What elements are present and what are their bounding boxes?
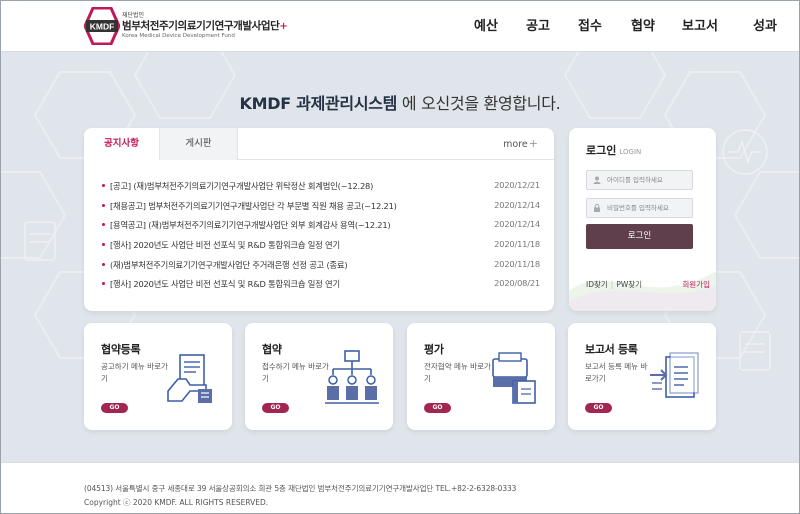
logo-mark: KMDF bbox=[90, 22, 115, 32]
nav-submission[interactable]: 접수 bbox=[564, 0, 616, 52]
card-title: 평가 bbox=[424, 343, 444, 356]
login-title-text: 로그인 bbox=[586, 144, 617, 157]
login-button[interactable]: 로그인 bbox=[586, 224, 693, 249]
card-title: 협약 bbox=[262, 343, 282, 356]
notice-date: 2020/11/18 bbox=[494, 258, 540, 269]
org-chart-icon bbox=[325, 350, 379, 404]
bullet-icon bbox=[102, 184, 105, 187]
card-agreement[interactable]: 협약 접수하기 메뉴 바로가기 GO bbox=[245, 323, 393, 430]
notice-item[interactable]: [공고] (재)범부처전주기의료기기연구개발사업단 위탁정산 회계법인(~12.… bbox=[100, 180, 540, 200]
link-separator: | bbox=[610, 280, 614, 289]
notice-title[interactable]: (재)범부처전주기의료기기연구개발사업단 주거래은행 선정 공고 (종료) bbox=[110, 259, 348, 271]
nav-budget[interactable]: 예산 bbox=[460, 0, 512, 52]
id-placeholder: 아이디를 입력하세요 bbox=[607, 176, 663, 184]
notice-item[interactable]: [행사] 2020년도 사업단 비전 선포식 및 R&D 통합워크숍 일정 연기… bbox=[100, 278, 540, 298]
notice-title[interactable]: [행사] 2020년도 사업단 비전 선포식 및 R&D 통합워크숍 일정 연기 bbox=[110, 278, 340, 290]
notice-date: 2020/12/14 bbox=[494, 199, 540, 210]
welcome-message: KMDF 과제관리시스템 에 오신것을 환영합니다. bbox=[0, 90, 800, 114]
login-subtitle: LOGIN bbox=[619, 148, 642, 156]
nav-report[interactable]: 보고서 bbox=[670, 0, 730, 52]
kmdf-hexagon-logo-icon: KMDF bbox=[84, 7, 120, 45]
footer-copyright: Copyright ⓒ 2020 KMDF. ALL RIGHTS RESERV… bbox=[84, 498, 269, 507]
bullet-icon bbox=[102, 223, 105, 227]
lock-icon bbox=[594, 204, 600, 212]
logo-name-kr: 범부처전주기의료기기연구개발사업단+ bbox=[122, 18, 288, 33]
notice-item[interactable]: (재)범부처전주기의료기기연구개발사업단 주거래은행 선정 공고 (종료) 202… bbox=[100, 259, 540, 279]
nav-performance[interactable]: 성과 bbox=[730, 0, 800, 52]
card-agreement-registration[interactable]: 협약등록 공고하기 메뉴 바로가기 GO bbox=[84, 323, 232, 430]
card-title: 협약등록 bbox=[101, 343, 141, 356]
go-button[interactable]: GO bbox=[101, 403, 128, 413]
bullet-icon bbox=[102, 203, 105, 207]
tab-notice[interactable]: 공지사항 bbox=[84, 128, 160, 160]
login-panel: 로그인 LOGIN 아이디를 입력하세요 비밀번호를 입력하세요 로그인 ID찾기… bbox=[569, 128, 716, 311]
join-link[interactable]: 회원가입 bbox=[682, 279, 710, 290]
card-evaluation[interactable]: 평가 전자협약 메뉴 바로가기 GO bbox=[407, 323, 555, 430]
notice-title[interactable]: [용역공고] (재)범부처전주기의료기기연구개발사업단 외부 회계감사 용역(~… bbox=[110, 219, 391, 231]
user-icon bbox=[593, 176, 601, 184]
tab-board[interactable]: 게시판 bbox=[160, 128, 238, 160]
notice-date: 2020/11/18 bbox=[494, 239, 540, 250]
notice-item[interactable]: [용역공고] (재)범부처전주기의료기기연구개발사업단 외부 회계감사 용역(~… bbox=[100, 219, 540, 239]
notice-date: 2020/12/14 bbox=[494, 219, 540, 230]
logo-name-en: Korea Medical Device Development Fund bbox=[122, 33, 235, 39]
card-report-registration[interactable]: 보고서 등록 보고서 등록 메뉴 바로가기 GO bbox=[568, 323, 716, 430]
card-description: 보고서 등록 메뉴 바로가기 bbox=[585, 362, 648, 383]
password-placeholder: 비밀번호를 입력하세요 bbox=[607, 204, 669, 212]
notice-list: [공고] (재)범부처전주기의료기기연구개발사업단 위탁정산 회계법인(~12.… bbox=[100, 180, 540, 298]
site-footer: (04513) 서울특별시 중구 세종대로 39 서울상공회의소 회관 5층 재… bbox=[0, 462, 800, 514]
card-description: 접수하기 메뉴 바로가기 bbox=[262, 362, 329, 383]
login-links: ID찾기 | PW찾기 회원가입 bbox=[586, 279, 710, 290]
card-description: 전자협약 메뉴 바로가기 bbox=[424, 362, 491, 383]
find-id-link[interactable]: ID찾기 bbox=[586, 280, 608, 289]
logo-name-kr-text: 범부처전주기의료기기연구개발사업단 bbox=[122, 20, 280, 32]
notice-panel: 공지사항 게시판 more+ [공고] (재)범부처전주기의료기기연구개발사업단… bbox=[84, 128, 554, 311]
id-input[interactable]: 아이디를 입력하세요 bbox=[586, 170, 693, 190]
printer-book-icon bbox=[492, 352, 536, 404]
document-arrow-icon bbox=[650, 352, 699, 398]
notice-title[interactable]: [행사] 2020년도 사업단 비전 선포식 및 R&D 통합워크숍 일정 연기 bbox=[110, 239, 340, 251]
more-label: more bbox=[503, 139, 528, 150]
welcome-brand: KMDF 과제관리시스템 bbox=[239, 94, 398, 113]
notice-item[interactable]: [채용공고] 범부처전주기의료기기연구개발사업단 각 부문별 직원 채용 공고(… bbox=[100, 200, 540, 220]
more-link[interactable]: more+ bbox=[503, 137, 538, 150]
login-title: 로그인 LOGIN bbox=[586, 142, 641, 158]
main-nav: 예산 공고 접수 협약 보고서 성과 bbox=[460, 0, 800, 52]
site-header: KMDF 재단법인 범부처전주기의료기기연구개발사업단+ Korea Medic… bbox=[0, 0, 800, 52]
notice-date: 2020/12/21 bbox=[494, 180, 540, 190]
find-pw-link[interactable]: PW찾기 bbox=[616, 280, 642, 289]
bullet-icon bbox=[102, 282, 105, 286]
document-hand-icon bbox=[167, 354, 212, 403]
notice-item[interactable]: [행사] 2020년도 사업단 비전 선포식 및 R&D 통합워크숍 일정 연기… bbox=[100, 239, 540, 259]
logo-plus-mark: + bbox=[279, 21, 288, 32]
notice-title[interactable]: [채용공고] 범부처전주기의료기기연구개발사업단 각 부문별 직원 채용 공고(… bbox=[110, 200, 397, 212]
card-description: 공고하기 메뉴 바로가기 bbox=[101, 362, 168, 383]
notice-tabs: 공지사항 게시판 more+ bbox=[84, 128, 554, 160]
footer-address: (04513) 서울특별시 중구 세종대로 39 서울상공회의소 회관 5층 재… bbox=[84, 484, 517, 493]
nav-agreement[interactable]: 협약 bbox=[616, 0, 670, 52]
welcome-text: 에 오신것을 환영합니다. bbox=[397, 94, 561, 113]
plus-icon: + bbox=[528, 137, 538, 150]
card-title: 보고서 등록 bbox=[585, 343, 638, 356]
go-button[interactable]: GO bbox=[262, 403, 289, 413]
bullet-icon bbox=[102, 262, 105, 266]
go-button[interactable]: GO bbox=[424, 403, 451, 413]
notice-date: 2020/08/21 bbox=[494, 278, 540, 289]
kmdf-logo[interactable]: KMDF 재단법인 범부처전주기의료기기연구개발사업단+ Korea Medic… bbox=[84, 7, 288, 45]
go-button[interactable]: GO bbox=[585, 403, 612, 413]
nav-announcement[interactable]: 공고 bbox=[512, 0, 564, 52]
password-input[interactable]: 비밀번호를 입력하세요 bbox=[586, 198, 693, 218]
bullet-icon bbox=[102, 243, 105, 247]
notice-title[interactable]: [공고] (재)범부처전주기의료기기연구개발사업단 위탁정산 회계법인(~12.… bbox=[110, 180, 373, 192]
